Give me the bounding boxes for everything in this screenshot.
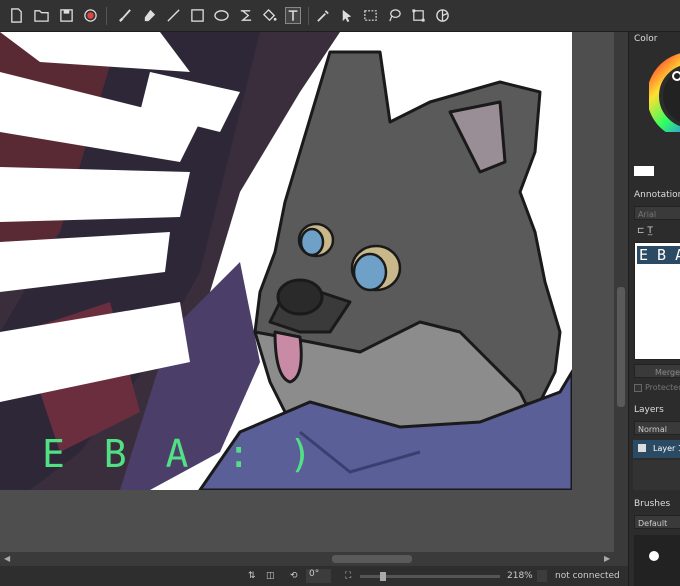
color-picker-icon[interactable]: [315, 7, 331, 24]
scroll-right-icon[interactable]: ▶: [604, 554, 610, 563]
brushes-panel-title: Brushes: [634, 499, 671, 509]
toolbar-separator: [308, 7, 309, 25]
lasso-icon[interactable]: [386, 7, 402, 24]
zoom-slider-handle[interactable]: [380, 572, 386, 581]
scroll-left-icon[interactable]: ◀: [4, 554, 10, 563]
annotation-text-selection: E B A: [637, 246, 680, 264]
right-dock-panel: Color Annotation Arial ⊏ T̲ E B A Merge …: [628, 32, 680, 586]
assistant-icon[interactable]: [434, 7, 450, 24]
protected-checkbox[interactable]: [634, 384, 642, 392]
zoom-fit-icon[interactable]: ⛶: [345, 571, 351, 581]
zoom-level: 218%: [507, 571, 533, 581]
font-select[interactable]: Arial: [634, 206, 680, 220]
brush-icon[interactable]: [117, 7, 133, 24]
save-icon[interactable]: [58, 7, 74, 24]
rectangle-icon[interactable]: [189, 7, 205, 24]
move-icon[interactable]: [338, 7, 354, 24]
rect-select-icon[interactable]: [362, 7, 378, 24]
rotate-icon[interactable]: ⟲: [290, 571, 298, 581]
vertical-scrollbar[interactable]: [614, 32, 628, 552]
merge-button[interactable]: Merge: [634, 364, 680, 378]
artwork-illustration: [0, 32, 572, 490]
annotation-panel-title: Annotation: [634, 190, 680, 200]
brush-preview[interactable]: [634, 535, 680, 586]
canvas-area[interactable]: E B A : ): [0, 32, 614, 552]
transform-icon[interactable]: [410, 7, 426, 24]
toolbar-separator: [106, 7, 107, 25]
annotation-text-box[interactable]: E B A: [634, 242, 680, 360]
protected-label: Protected: [645, 383, 680, 392]
layers-panel-title: Layers: [634, 405, 664, 415]
line-icon[interactable]: [165, 7, 181, 24]
fill-bucket-icon[interactable]: [261, 7, 277, 24]
layer-name: Layer 1: [653, 444, 680, 453]
connection-status: not connected: [555, 571, 620, 581]
brush-preset-select[interactable]: Default: [634, 515, 680, 529]
horizontal-scrollbar[interactable]: ◀ ▶: [0, 552, 628, 566]
record-icon[interactable]: [82, 7, 98, 24]
main-toolbar: [0, 0, 680, 32]
blend-mode-select[interactable]: Normal: [634, 421, 680, 435]
layer-row[interactable]: Layer 1: [633, 440, 680, 458]
vertical-scroll-thumb[interactable]: [617, 287, 625, 407]
text-size-icon[interactable]: ⊏ T̲: [637, 226, 653, 236]
artwork-overlay-text: E B A : ): [42, 432, 320, 476]
horizontal-scroll-thumb[interactable]: [332, 555, 412, 563]
artwork-canvas[interactable]: E B A : ): [0, 32, 572, 490]
layer-visibility-icon[interactable]: [638, 444, 646, 452]
eraser-icon[interactable]: [141, 7, 157, 24]
color-panel-title: Color: [634, 34, 658, 44]
status-bar: ⇅ ◫ ⟲ 0° ⛶ 218% not connected: [0, 566, 628, 586]
rotation-field[interactable]: 0°: [306, 569, 332, 583]
symmetry-icon[interactable]: ◫: [266, 571, 275, 581]
current-color-swatch[interactable]: [634, 166, 654, 176]
mirror-icon[interactable]: ⇅: [248, 571, 256, 581]
layer-list: [633, 460, 680, 490]
text-icon[interactable]: [285, 7, 301, 24]
brush-dot-icon: [649, 551, 659, 561]
color-wheel[interactable]: [649, 52, 680, 132]
open-folder-icon[interactable]: [33, 7, 49, 24]
new-document-icon[interactable]: [8, 7, 24, 24]
ellipse-icon[interactable]: [213, 7, 229, 24]
calligraphy-icon[interactable]: [237, 7, 253, 24]
zoom-dropdown[interactable]: [537, 570, 547, 582]
